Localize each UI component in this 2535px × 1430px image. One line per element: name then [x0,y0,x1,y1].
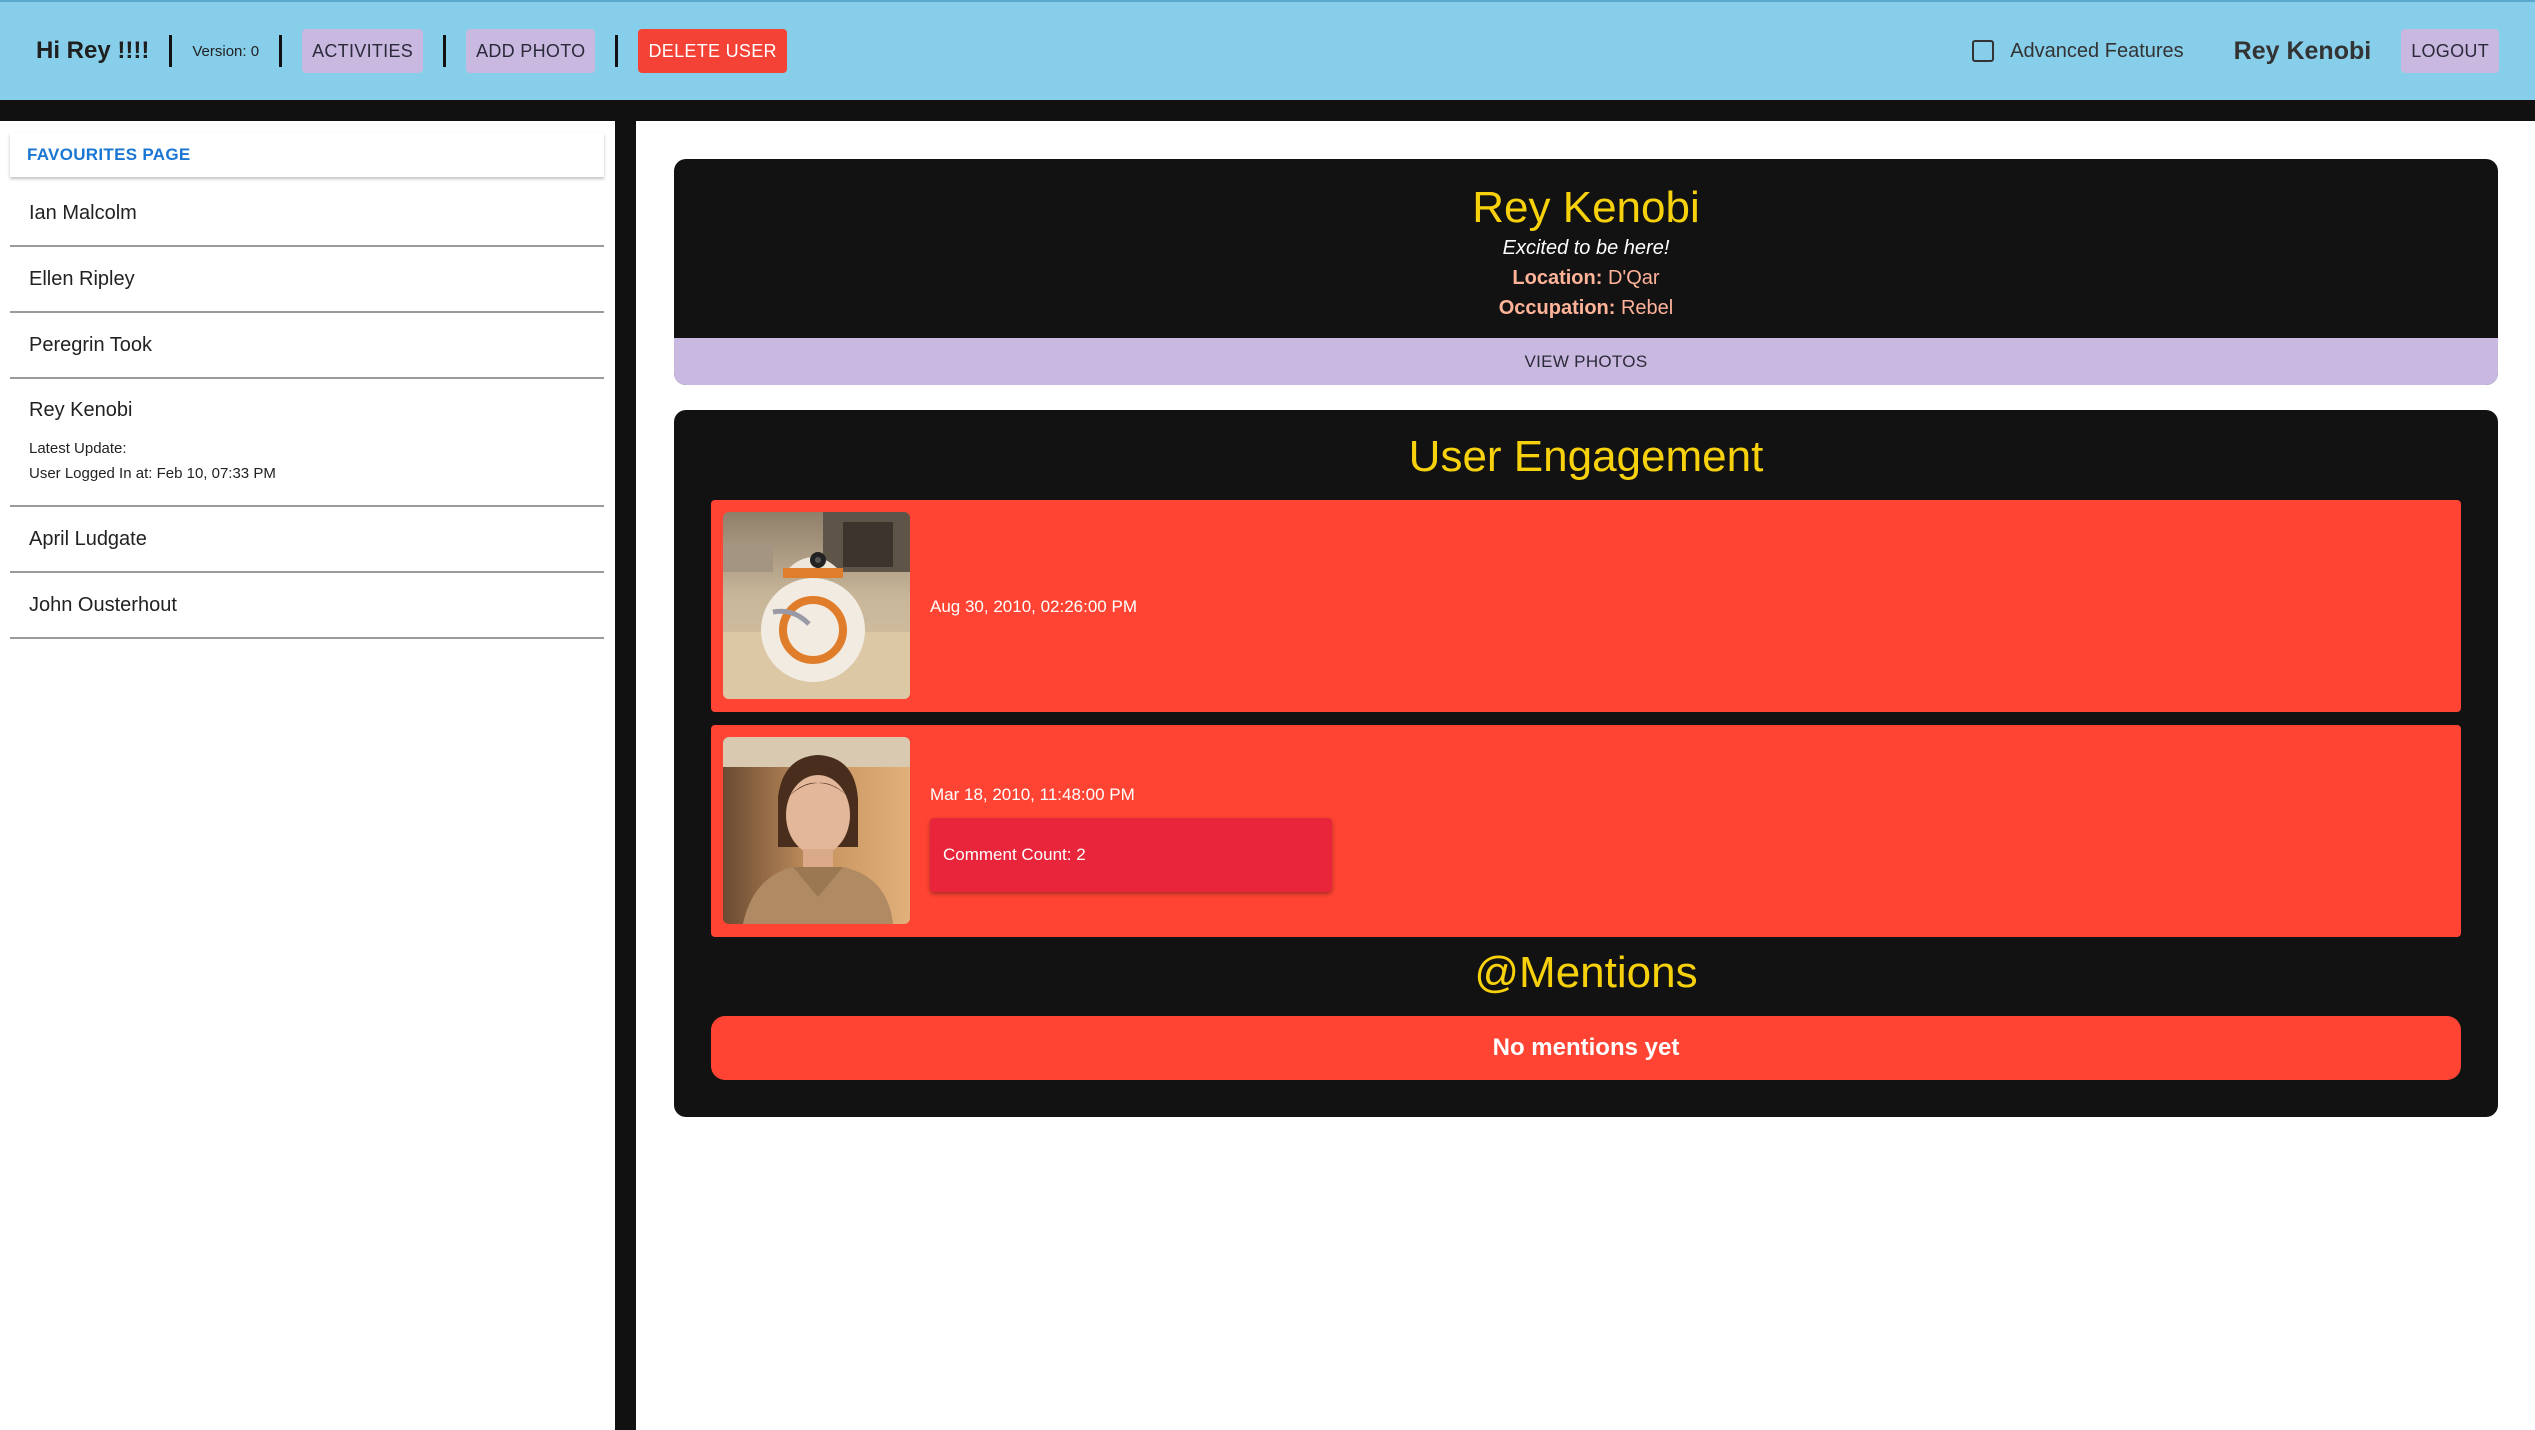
divider [279,35,283,67]
location-label: Location: [1512,267,1603,289]
activity-date: Mar 18, 2010, 11:48:00 PM [930,785,1135,804]
location-value: D'Qar [1607,267,1660,289]
user-item-name: Ellen Ripley [29,267,135,290]
divider [443,35,447,67]
list-item[interactable]: Rey Kenobi Latest Update: User Logged In… [10,379,604,507]
current-user-name: Rey Kenobi [2233,36,2372,65]
profile-name: Rey Kenobi [1472,183,1700,232]
advanced-features-label: Advanced Features [2010,39,2184,62]
latest-update-text: User Logged In at: Feb 10, 07:33 PM [29,465,276,482]
profile-occupation: Occupation: Rebel [674,297,2498,320]
advanced-features-toggle[interactable]: Advanced Features [1972,39,2184,63]
list-item[interactable]: Peregrin Took [10,313,604,379]
profile-location: Location: D'Qar [674,267,2498,290]
activity-item[interactable]: Mar 18, 2010, 11:48:00 PM Comment Count:… [711,725,2461,937]
divider [615,35,619,67]
version-label: Version: 0 [192,42,260,60]
user-item-name: John Ousterhout [29,593,177,616]
occupation-label: Occupation: [1498,297,1616,319]
app-bar: Hi Rey !!!! Version: 0 ACTIVITIES ADD PH… [0,0,2535,100]
list-item[interactable]: Ian Malcolm [10,181,604,247]
list-item[interactable]: Ellen Ripley [10,247,604,313]
profile-card: Rey Kenobi Excited to be here! Location:… [674,159,2498,385]
rey-portrait-photo[interactable] [723,737,910,924]
user-item-name: Peregrin Took [29,333,153,356]
user-item-name: April Ludgate [29,527,147,550]
user-item-name: Ian Malcolm [29,201,137,224]
activity-date: Aug 30, 2010, 02:26:00 PM [930,597,1137,616]
list-item[interactable]: April Ludgate [10,507,604,573]
profile-status: Excited to be here! [1502,237,1670,259]
view-photos-button[interactable]: VIEW PHOTOS [674,338,2498,385]
activities-button[interactable]: ACTIVITIES [302,29,424,73]
add-photo-button[interactable]: ADD PHOTO [466,29,596,73]
list-item[interactable]: John Ousterhout [10,573,604,639]
logout-button[interactable]: LOGOUT [2401,29,2499,73]
user-engagement-card: User Engagement Aug 30, 2010, 02:26:00 P… [674,410,2498,1117]
main-content: Rey Kenobi Excited to be here! Location:… [636,121,2535,1430]
user-engagement-title: User Engagement [1408,432,1764,481]
favourites-page-tab[interactable]: FAVOURITES PAGE [10,133,604,177]
latest-update: Latest Update: User Logged In at: Feb 10… [29,436,585,486]
comment-count-button[interactable]: Comment Count: 2 [930,818,1332,892]
mentions-empty-state: No mentions yet [711,1016,2461,1080]
greeting: Hi Rey !!!! [36,37,150,64]
user-list: Ian Malcolm Ellen Ripley Peregrin Took R… [10,181,604,639]
user-item-name: Rey Kenobi [29,399,133,421]
mentions-title: @Mentions [1474,948,1698,997]
checkbox-icon[interactable] [1972,40,1995,62]
bb8-photo[interactable] [723,512,910,699]
activity-item[interactable]: Aug 30, 2010, 02:26:00 PM [711,500,2461,712]
sidebar: FAVOURITES PAGE Ian Malcolm Ellen Ripley… [0,121,615,1430]
divider [169,35,173,67]
latest-update-label: Latest Update: [29,440,127,457]
occupation-value: Rebel [1620,297,1674,319]
delete-user-button[interactable]: DELETE USER [638,29,787,73]
